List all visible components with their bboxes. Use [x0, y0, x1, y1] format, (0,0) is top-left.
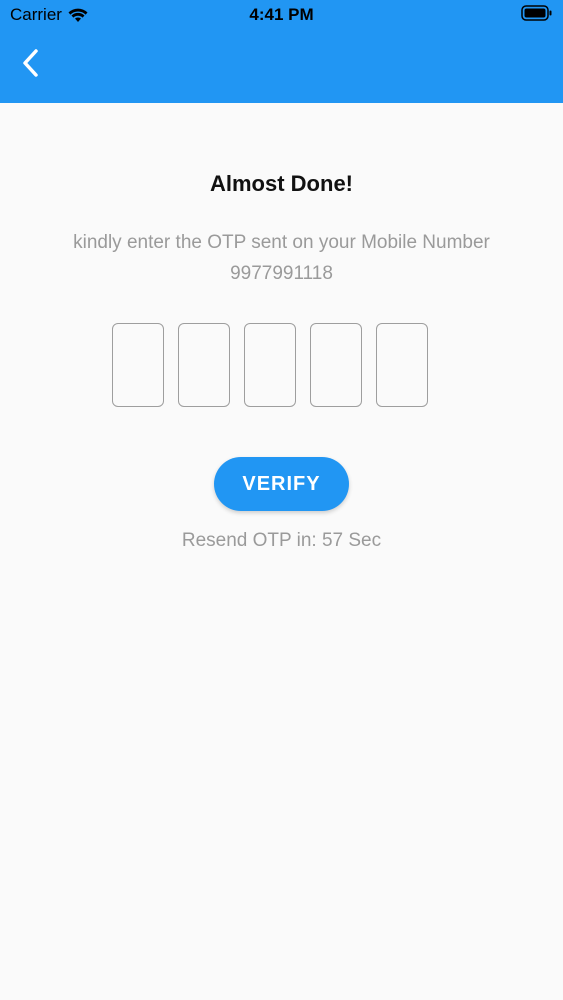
chevron-left-icon — [19, 48, 41, 83]
battery-icon — [521, 5, 553, 26]
otp-digit-2-input[interactable] — [178, 323, 230, 407]
otp-digit-3-input[interactable] — [244, 323, 296, 407]
otp-input-group — [112, 323, 428, 407]
app-bar: Carrier 4:41 PM — [0, 0, 563, 103]
otp-digit-1-input[interactable] — [112, 323, 164, 407]
status-time: 4:41 PM — [249, 5, 314, 24]
otp-digit-4-input[interactable] — [310, 323, 362, 407]
status-bar: Carrier 4:41 PM — [0, 0, 563, 30]
otp-digit-5-input[interactable] — [376, 323, 428, 407]
instruction-text: kindly enter the OTP sent on your Mobile… — [73, 232, 490, 253]
otp-instructions: kindly enter the OTP sent on your Mobile… — [30, 227, 533, 289]
page-title: Almost Done! — [210, 171, 353, 196]
verify-button[interactable]: VERIFY — [214, 457, 349, 511]
resend-otp-timer: Resend OTP in: 57 Sec — [181, 530, 382, 551]
back-button[interactable] — [10, 45, 50, 85]
phone-number: 9977991118 — [230, 263, 333, 284]
